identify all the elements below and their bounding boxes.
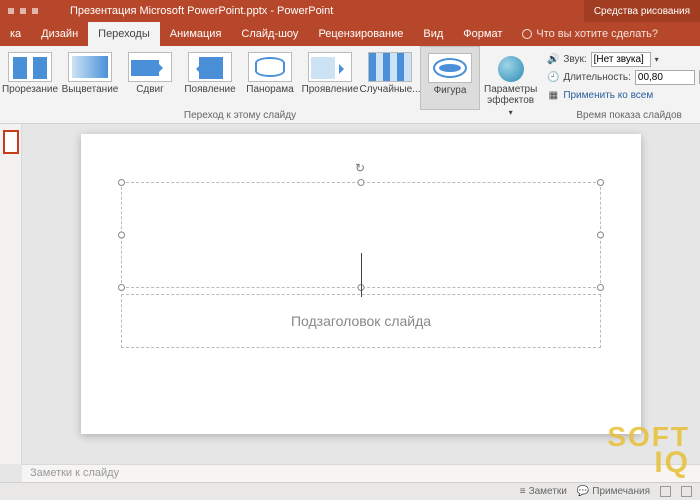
undo-icon[interactable] [20, 8, 26, 14]
tab-slideshow[interactable]: Слайд-шоу [231, 22, 308, 46]
subtitle-text: Подзаголовок слайда [291, 313, 431, 329]
ribbon: Прорезание Выцветание Сдвиг Появление Па… [0, 46, 700, 124]
comments-toggle[interactable]: 💬Примечания [577, 486, 650, 497]
push-icon [128, 52, 172, 82]
resize-handle[interactable] [597, 284, 604, 291]
notes-pane[interactable]: Заметки к слайду [22, 464, 700, 482]
slide-thumbnail-panel[interactable] [0, 124, 22, 464]
tab-design[interactable]: Дизайн [31, 22, 88, 46]
text-cursor [361, 253, 362, 297]
title-placeholder[interactable] [121, 182, 601, 288]
notes-toggle[interactable]: ≡Заметки [520, 486, 567, 497]
save-icon[interactable] [8, 8, 14, 14]
resize-handle[interactable] [597, 232, 604, 239]
quick-access[interactable] [0, 8, 46, 14]
tab-format[interactable]: Формат [453, 22, 512, 46]
contextual-tab-drawing-tools[interactable]: Средства рисования [584, 0, 700, 22]
transition-appear[interactable]: Появление [180, 46, 240, 110]
group-label-timing: Время показа слайдов [541, 110, 700, 123]
slide-editor[interactable]: Подзаголовок слайда [22, 124, 700, 464]
appear-icon [188, 52, 232, 82]
resize-handle[interactable] [597, 179, 604, 186]
tab-transitions[interactable]: Переходы [88, 22, 160, 46]
transition-panorama[interactable]: Панорама [240, 46, 300, 110]
ribbon-tabs: ка Дизайн Переходы Анимация Слайд-шоу Ре… [0, 22, 700, 46]
group-label-transitions: Переход к этому слайду [0, 110, 480, 123]
chevron-down-icon: ▾ [509, 108, 513, 117]
shape-icon [428, 53, 472, 83]
apply-all-icon: ▦ [547, 89, 559, 101]
lightbulb-icon [522, 29, 532, 39]
reveal-icon [308, 52, 352, 82]
resize-handle[interactable] [118, 284, 125, 291]
rotate-handle-icon[interactable] [355, 161, 367, 173]
resize-handle[interactable] [358, 179, 365, 186]
window-title: Презентация Microsoft PowerPoint.pptx - … [46, 5, 333, 17]
sound-label: Звук: [563, 54, 586, 65]
tell-me-search[interactable]: Что вы хотите сделать? [512, 22, 668, 46]
transition-fade[interactable]: Выцветание [60, 46, 120, 110]
tab-review[interactable]: Рецензирование [308, 22, 413, 46]
effect-options-icon [498, 56, 524, 82]
subtitle-placeholder[interactable]: Подзаголовок слайда [121, 294, 601, 348]
transition-cut[interactable]: Прорезание [0, 46, 60, 110]
clock-icon: 🕘 [547, 71, 559, 83]
duration-label: Длительность: [563, 72, 631, 83]
sorter-view-icon[interactable] [681, 486, 692, 497]
apply-to-all-button[interactable]: Применить ко всем [563, 90, 653, 101]
slide-thumbnail-1[interactable] [3, 130, 19, 154]
tell-me-placeholder: Что вы хотите сделать? [536, 28, 658, 40]
comments-icon: 💬 [577, 486, 589, 497]
redo-icon[interactable] [32, 8, 38, 14]
transition-random[interactable]: Случайные... [360, 46, 420, 110]
panorama-icon [248, 52, 292, 82]
resize-handle[interactable] [118, 232, 125, 239]
chevron-down-icon[interactable]: ▾ [655, 55, 659, 64]
title-bar: Презентация Microsoft PowerPoint.pptx - … [0, 0, 700, 22]
slide-canvas[interactable]: Подзаголовок слайда [81, 134, 641, 434]
workspace: Подзаголовок слайда [0, 124, 700, 464]
transition-shape[interactable]: Фигура [420, 46, 480, 110]
random-icon [368, 52, 412, 82]
status-bar: ≡Заметки 💬Примечания [0, 482, 700, 500]
resize-handle[interactable] [118, 179, 125, 186]
transition-reveal[interactable]: Проявление [300, 46, 360, 110]
tab-animations[interactable]: Анимация [160, 22, 232, 46]
duration-input[interactable] [635, 70, 695, 85]
tab-home-partial[interactable]: ка [0, 22, 31, 46]
sound-icon: 🔊 [547, 53, 559, 65]
notes-icon: ≡ [520, 486, 526, 497]
sound-dropdown[interactable] [591, 52, 651, 67]
effect-options-button[interactable]: Параметры эффектов ▾ [484, 46, 537, 123]
tab-view[interactable]: Вид [413, 22, 453, 46]
transition-push[interactable]: Сдвиг [120, 46, 180, 110]
fade-icon [68, 52, 112, 82]
normal-view-icon[interactable] [660, 486, 671, 497]
cut-icon [8, 52, 52, 82]
